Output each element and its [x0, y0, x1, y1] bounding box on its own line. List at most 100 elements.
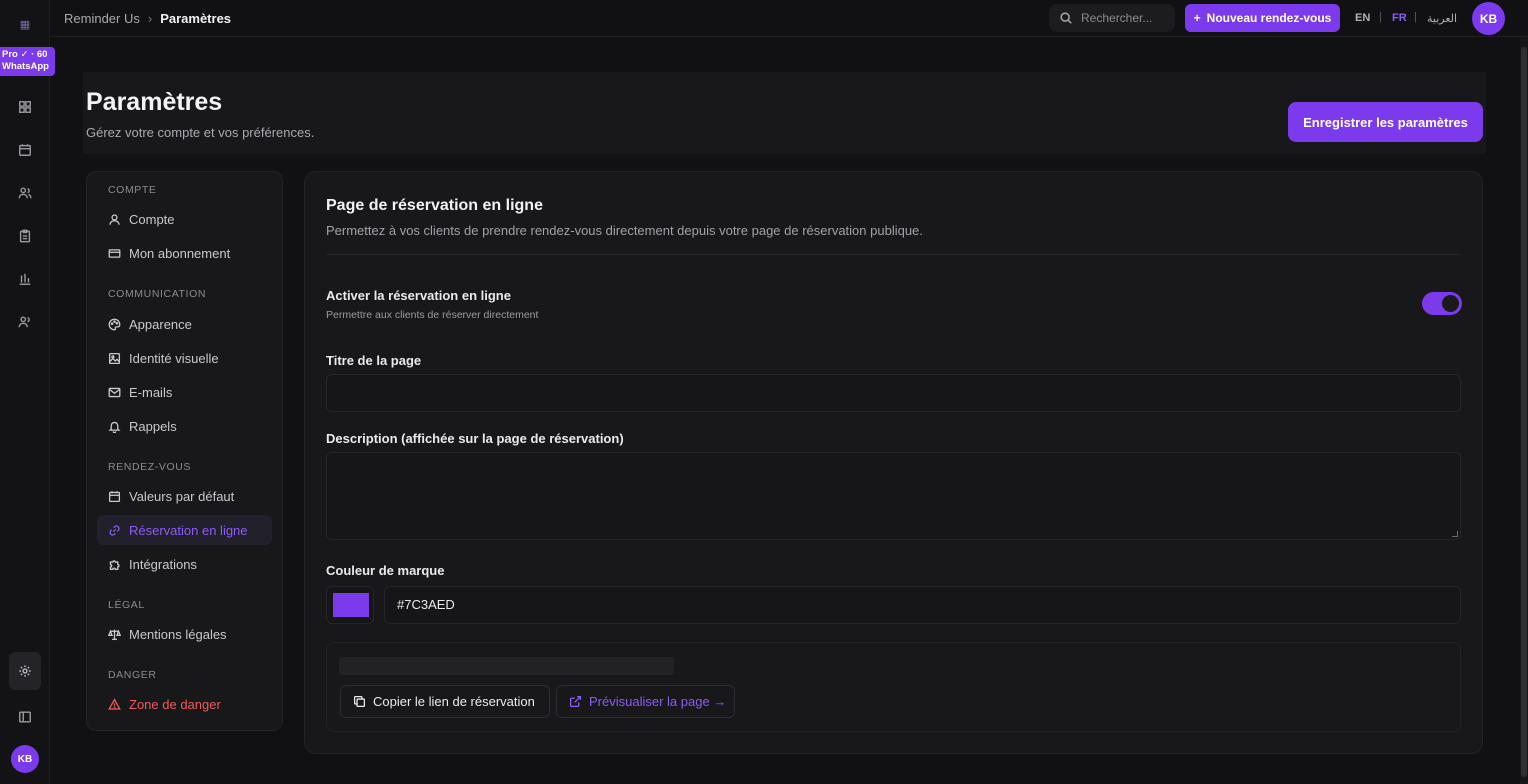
nav-item-label: Identité visuelle: [129, 350, 219, 366]
rail-avatar[interactable]: KB: [11, 745, 39, 773]
save-settings-button[interactable]: Enregistrer les paramètres: [1288, 102, 1483, 142]
search-icon: [1060, 12, 1072, 24]
copy-link-label: Copier le lien de réservation: [373, 694, 535, 709]
app-rail: ▦ KB: [0, 0, 50, 784]
plan-badge-line1: Pro ✓ · 60: [2, 49, 48, 60]
brand-color-input[interactable]: #7C3AED: [384, 586, 1461, 624]
dashboard-icon[interactable]: [15, 97, 35, 117]
section-subtitle: Permettez à vos clients de prendre rende…: [326, 223, 923, 238]
nav-item-defaults[interactable]: Valeurs par défaut: [97, 481, 272, 511]
clipboard-icon[interactable]: [15, 226, 35, 246]
user-avatar[interactable]: KB: [1472, 2, 1505, 35]
nav-item-label: Mon abonnement: [129, 245, 231, 261]
search-placeholder: Rechercher...: [1081, 11, 1153, 25]
booking-link-loading: [339, 657, 674, 675]
page-header: Paramètres Gérez votre compte et vos pré…: [83, 72, 1486, 154]
plus-icon: +: [1193, 11, 1201, 25]
settings-icon[interactable]: [9, 652, 41, 690]
lang-separator: |: [1414, 11, 1417, 23]
sidebar-toggle-icon[interactable]: [15, 707, 35, 727]
nav-item-danger-zone[interactable]: Zone de danger: [97, 689, 272, 719]
breadcrumb-current: Paramètres: [160, 11, 232, 26]
credit-card-icon: [108, 248, 121, 258]
section-title: Page de réservation en ligne: [326, 197, 543, 214]
chevron-right-icon: ›: [147, 11, 153, 26]
mail-icon: [108, 387, 121, 397]
online-booking-toggle[interactable]: [1422, 292, 1462, 315]
nav-item-branding[interactable]: Identité visuelle: [97, 343, 272, 373]
chart-icon[interactable]: [15, 269, 35, 289]
brand-color-label: Couleur de marque: [326, 563, 445, 578]
preview-page-label: Prévisualiser la page →: [589, 694, 727, 709]
color-swatch: [333, 593, 369, 617]
nav-section-danger: DANGER: [108, 669, 157, 681]
nav-item-emails[interactable]: E-mails: [97, 377, 272, 407]
nav-item-online-booking[interactable]: Réservation en ligne: [97, 515, 272, 545]
nav-item-label: Apparence: [129, 316, 192, 332]
scale-icon: [108, 628, 121, 640]
app-logo-icon[interactable]: ▦: [18, 18, 32, 32]
plan-badge-line2: WhatsApp: [2, 61, 49, 72]
breadcrumb: Reminder Us › Paramètres: [64, 11, 231, 26]
online-booking-card: Page de réservation en ligne Permettez à…: [304, 171, 1483, 754]
external-link-icon: [569, 695, 582, 708]
page-title-input[interactable]: [326, 374, 1461, 412]
nav-item-label: Intégrations: [129, 556, 197, 572]
user-icon[interactable]: [15, 312, 35, 332]
plan-badge[interactable]: Pro ✓ · 60 WhatsApp: [0, 47, 55, 76]
toggle-knob: [1442, 295, 1459, 312]
users-icon[interactable]: [15, 183, 35, 203]
nav-section-communication: COMMUNICATION: [108, 288, 207, 300]
nav-section-account: COMPTE: [108, 184, 157, 196]
bell-icon: [108, 421, 121, 433]
nav-item-label: Mentions légales: [129, 626, 227, 642]
lang-separator: |: [1379, 11, 1382, 23]
palette-icon: [108, 318, 121, 330]
calendar-icon: [108, 490, 121, 502]
image-icon: [108, 352, 121, 364]
nav-item-label: Réservation en ligne: [129, 522, 248, 538]
nav-item-account[interactable]: Compte: [97, 204, 272, 234]
top-bar: Reminder Us › Paramètres Rechercher... +…: [50, 0, 1528, 37]
nav-item-label: Zone de danger: [129, 696, 221, 712]
nav-item-label: Valeurs par défaut: [129, 488, 235, 504]
link-icon: [109, 524, 120, 536]
page-subtitle: Gérez votre compte et vos préférences.: [86, 125, 315, 140]
settings-nav: COMPTE Compte Mon abonnement COMMUNICATI…: [86, 171, 283, 731]
toggle-help: Permettre aux clients de réserver direct…: [326, 309, 539, 321]
nav-section-appointments: RENDEZ-VOUS: [108, 461, 192, 473]
scrollbar-thumb[interactable]: [1521, 47, 1527, 777]
lang-fr-link[interactable]: FR: [1392, 12, 1407, 24]
calendar-icon[interactable]: [15, 140, 35, 160]
nav-item-subscription[interactable]: Mon abonnement: [97, 238, 272, 268]
nav-item-legal[interactable]: Mentions légales: [97, 619, 272, 649]
page-title: Paramètres: [86, 88, 223, 116]
lang-ar-link[interactable]: العربية: [1427, 12, 1457, 25]
nav-item-label: Rappels: [129, 418, 177, 434]
search-input[interactable]: Rechercher...: [1049, 4, 1175, 32]
page-title-label: Titre de la page: [326, 353, 422, 368]
nav-item-label: E-mails: [129, 384, 173, 400]
puzzle-icon: [109, 559, 120, 570]
color-picker[interactable]: [326, 586, 374, 624]
resize-handle-icon[interactable]: [1452, 531, 1458, 537]
description-label: Description (affichée sur la page de rés…: [326, 431, 624, 446]
description-textarea[interactable]: [326, 452, 1461, 540]
new-appointment-label: Nouveau rendez-vous: [1206, 11, 1332, 25]
booking-link-box: Copier le lien de réservation Prévisuali…: [326, 642, 1461, 732]
warning-icon: [108, 697, 121, 710]
new-appointment-button[interactable]: + Nouveau rendez-vous: [1185, 4, 1340, 32]
copy-icon: [353, 695, 366, 708]
nav-item-appearance[interactable]: Apparence: [97, 309, 272, 339]
toggle-label: Activer la réservation en ligne: [326, 288, 511, 303]
lang-en-link[interactable]: EN: [1355, 12, 1370, 24]
page-scrollbar[interactable]: [1520, 37, 1528, 784]
divider: [326, 254, 1461, 255]
preview-page-button[interactable]: Prévisualiser la page →: [556, 685, 735, 718]
breadcrumb-root[interactable]: Reminder Us: [64, 11, 140, 26]
nav-item-reminders[interactable]: Rappels: [97, 411, 272, 441]
nav-item-label: Compte: [129, 211, 175, 227]
nav-item-integrations[interactable]: Intégrations: [97, 549, 272, 579]
nav-section-legal: LÉGAL: [108, 599, 145, 611]
copy-link-button[interactable]: Copier le lien de réservation: [340, 685, 550, 718]
